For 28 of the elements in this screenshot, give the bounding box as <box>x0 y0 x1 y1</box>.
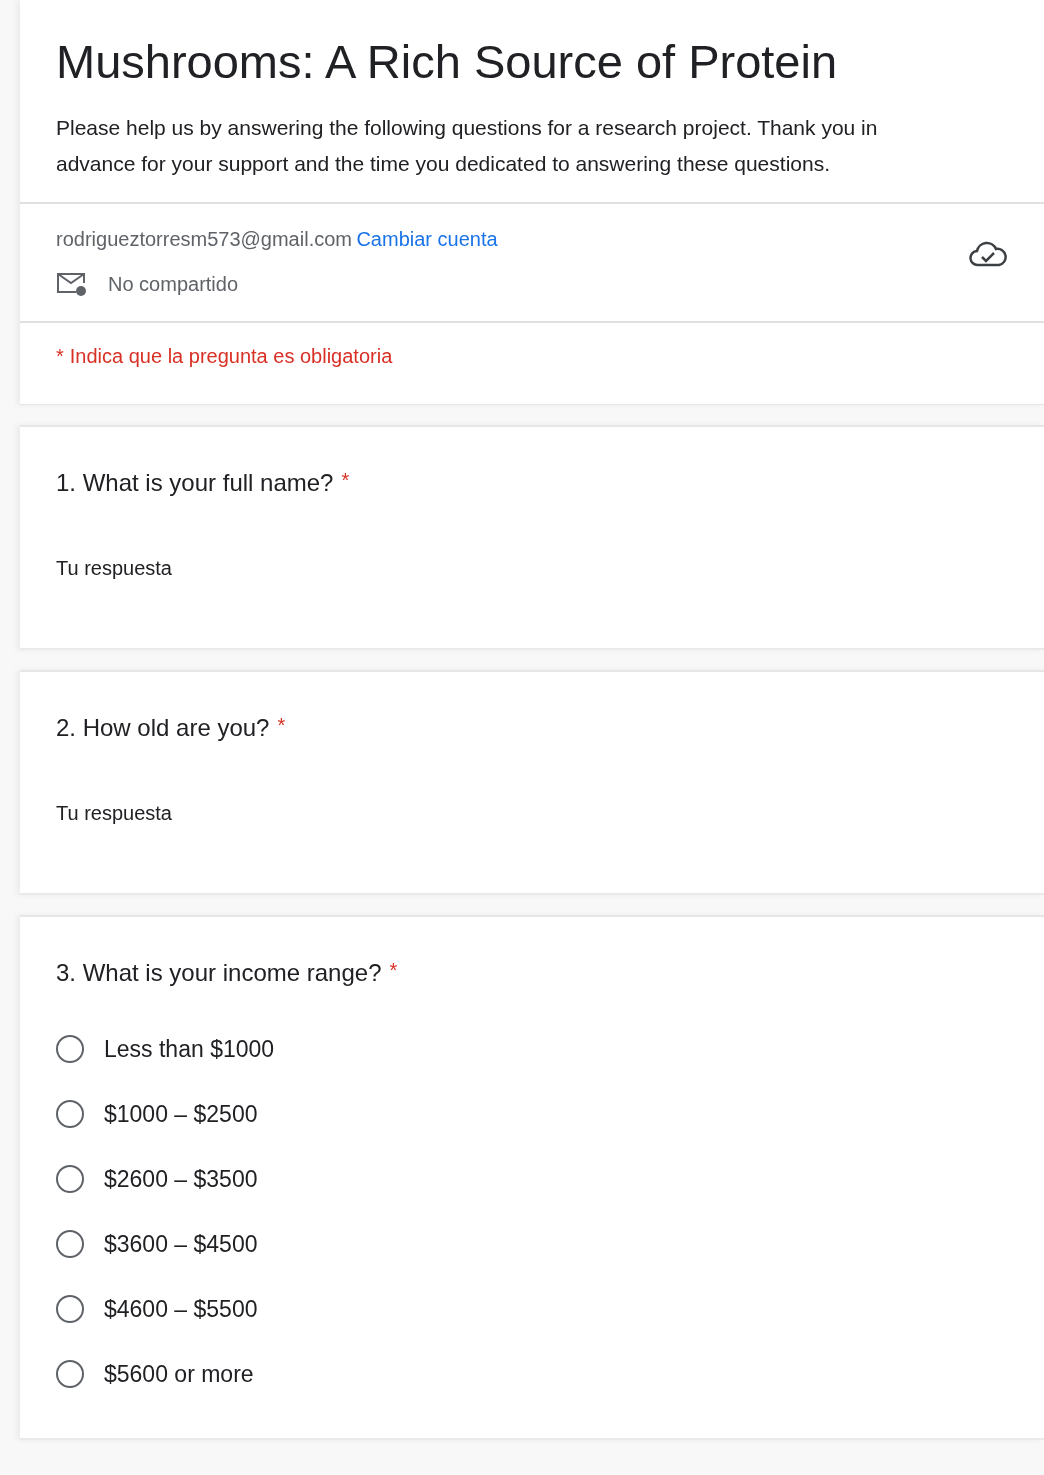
option-label[interactable]: $1000 – $2500 <box>104 1100 258 1128</box>
form-description: Please help us by answering the following questions for a research project. Thank you in advance for your support and the time you dedicated to answering these questions. <box>56 115 879 177</box>
option-label[interactable]: $4600 – $5500 <box>104 1295 258 1323</box>
option-label[interactable]: $5600 or more <box>104 1360 254 1388</box>
radio-button[interactable] <box>56 1035 84 1063</box>
radio-button[interactable] <box>56 1295 84 1323</box>
answer-field[interactable]: Tu respuesta <box>56 798 456 829</box>
required-asterisk: * <box>341 469 350 493</box>
required-asterisk: * <box>389 959 398 983</box>
account-email: rodrigueztorresm573@gmail.com <box>56 228 352 250</box>
radio-button[interactable] <box>56 1165 84 1193</box>
radio-button[interactable] <box>56 1100 84 1128</box>
option-label[interactable]: $2600 – $3500 <box>104 1165 258 1193</box>
radio-button[interactable] <box>56 1360 84 1388</box>
switch-account-link[interactable]: Cambiar cuenta <box>356 228 498 250</box>
question-title: 2. How old are you? <box>56 714 270 742</box>
required-note: Indica que la pregunta es obligatoria <box>69 345 393 368</box>
radio-button[interactable] <box>56 1230 84 1258</box>
required-asterisk: * <box>277 714 286 738</box>
required-asterisk: * <box>56 345 64 368</box>
question-title: 1. What is your full name? <box>56 469 334 497</box>
answer-field[interactable]: Tu respuesta <box>56 553 456 584</box>
mail-icon <box>56 271 88 297</box>
question-title: 3. What is your income range? <box>56 959 382 987</box>
option-label[interactable]: Less than $1000 <box>104 1035 275 1063</box>
form-title: Mushrooms: A Rich Source of Protein <box>56 34 839 90</box>
option-label[interactable]: $3600 – $4500 <box>104 1230 258 1258</box>
sharing-status: No compartido <box>108 272 239 296</box>
